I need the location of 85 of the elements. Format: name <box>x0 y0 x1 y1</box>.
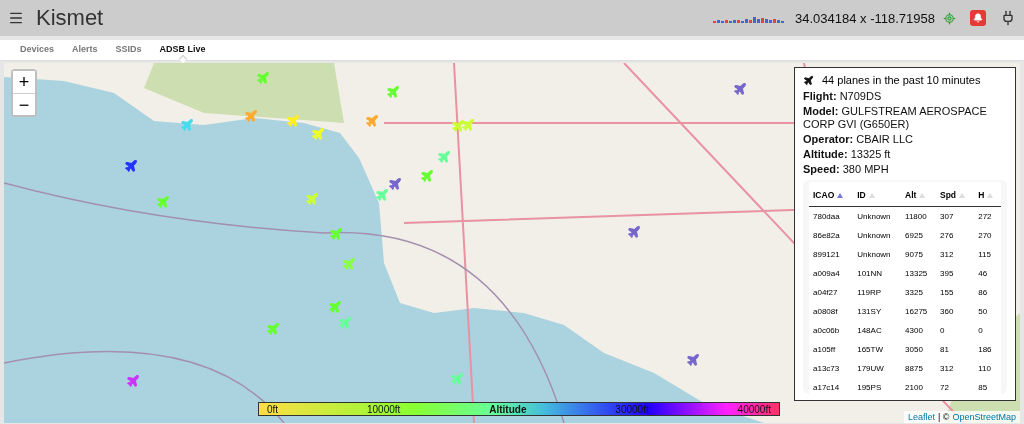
plane-icon[interactable] <box>126 374 140 388</box>
zoom-out-button[interactable]: − <box>13 93 35 115</box>
table-cell: 86 <box>974 283 1001 302</box>
legend-title: Altitude <box>489 403 527 415</box>
table-cell: a105ff <box>809 340 854 359</box>
table-cell: 186 <box>974 340 1001 359</box>
table-cell: 780daa <box>809 206 854 226</box>
legend-label: 40000ft <box>737 403 771 415</box>
table-cell: a04f27 <box>809 283 854 302</box>
table-cell: 50 <box>974 302 1001 321</box>
table-cell: 270 <box>974 226 1001 245</box>
table-cell: 276 <box>936 226 975 245</box>
table-cell: a13c73 <box>809 359 854 378</box>
alerts-button[interactable] <box>970 10 986 26</box>
tab[interactable]: Alerts <box>64 40 106 60</box>
table-cell: 2100 <box>901 378 936 394</box>
table-cell: 81 <box>936 340 975 359</box>
detail-line: Model: GULFSTREAM AEROSPACE CORP GVI (G650ER) <box>803 105 988 131</box>
table-cell: 307 <box>936 206 975 226</box>
detail-line: Operator: CBAIR LLC <box>803 133 915 146</box>
plane-icon[interactable] <box>124 159 138 173</box>
column-header[interactable]: H <box>974 182 1001 207</box>
plane-icon[interactable] <box>388 177 402 191</box>
plane-icon[interactable] <box>627 225 641 239</box>
table-cell: 0 <box>974 321 1001 340</box>
plane-count: 44 planes in the past 10 minutes <box>822 74 981 86</box>
table-cell: a0c06b <box>809 321 854 340</box>
table-cell: 46 <box>974 264 1001 283</box>
table-cell: 165TW <box>853 340 902 359</box>
detail-line: Speed: 380 MPH <box>803 163 890 176</box>
menu-button[interactable] <box>8 10 24 26</box>
detail-line: Flight: N709DS <box>803 90 883 103</box>
table-cell: 6925 <box>901 226 936 245</box>
table-cell: Unknown <box>853 206 902 226</box>
legend-label: 30000ft <box>615 403 649 415</box>
detail-line: Altitude: 13325 ft <box>803 148 892 161</box>
table-cell: Unknown <box>853 226 902 245</box>
table-cell: a009a4 <box>809 264 854 283</box>
table-cell: 899121 <box>809 245 854 264</box>
table-cell: 110 <box>974 359 1001 378</box>
plane-icon[interactable] <box>733 82 747 96</box>
leaflet-link[interactable]: Leaflet <box>907 412 935 422</box>
tab[interactable]: ADSB Live <box>151 40 214 60</box>
table-cell: 8875 <box>901 359 936 378</box>
table-cell: 119RP <box>853 283 902 302</box>
table-cell: 148AC <box>853 321 902 340</box>
plane-icon[interactable] <box>686 353 700 367</box>
table-cell: 131SY <box>853 302 902 321</box>
app-title: Kismet <box>36 5 104 31</box>
column-header[interactable]: ID <box>853 182 902 207</box>
table-cell: 360 <box>936 302 975 321</box>
legend-label: 10000ft <box>367 403 401 415</box>
table-cell: 195PS <box>853 378 902 394</box>
tab[interactable]: Devices <box>12 40 63 60</box>
table-cell: 101NN <box>853 264 902 283</box>
table-cell: 3050 <box>901 340 936 359</box>
table-cell: 395 <box>936 264 975 283</box>
table-cell: 86e82a <box>809 226 854 245</box>
crosshair-icon <box>943 11 956 25</box>
table-cell: 155 <box>936 283 975 302</box>
column-header[interactable]: ICAO <box>809 182 854 207</box>
table-cell: 16275 <box>901 302 936 321</box>
table-cell: 9075 <box>901 245 936 264</box>
table-cell: 312 <box>936 359 975 378</box>
column-header[interactable]: Alt <box>901 182 936 207</box>
attribution-text: | © <box>937 412 950 422</box>
table-cell: a0808f <box>809 302 854 321</box>
column-header[interactable]: Spd <box>936 182 975 207</box>
gps-location: 34.034184 x -118.71958 <box>795 10 935 26</box>
legend-label: 0ft <box>267 403 279 415</box>
table-cell: 179UW <box>853 359 902 378</box>
table-cell: 85 <box>974 378 1001 394</box>
plug-icon[interactable] <box>1000 10 1016 26</box>
table-cell: Unknown <box>853 245 902 264</box>
table-cell: 13325 <box>901 264 936 283</box>
table-cell: 3325 <box>901 283 936 302</box>
table-cell: 115 <box>974 245 1001 264</box>
plane-icon <box>803 74 814 86</box>
table-cell: 0 <box>936 321 975 340</box>
table-cell: 312 <box>936 245 975 264</box>
tab[interactable]: SSIDs <box>107 40 150 60</box>
table-cell: 72 <box>936 378 975 394</box>
table-cell: a17c14 <box>809 378 854 394</box>
table-cell: 4300 <box>901 321 936 340</box>
openstreetmap-link[interactable]: OpenStreetMap <box>952 412 1016 422</box>
